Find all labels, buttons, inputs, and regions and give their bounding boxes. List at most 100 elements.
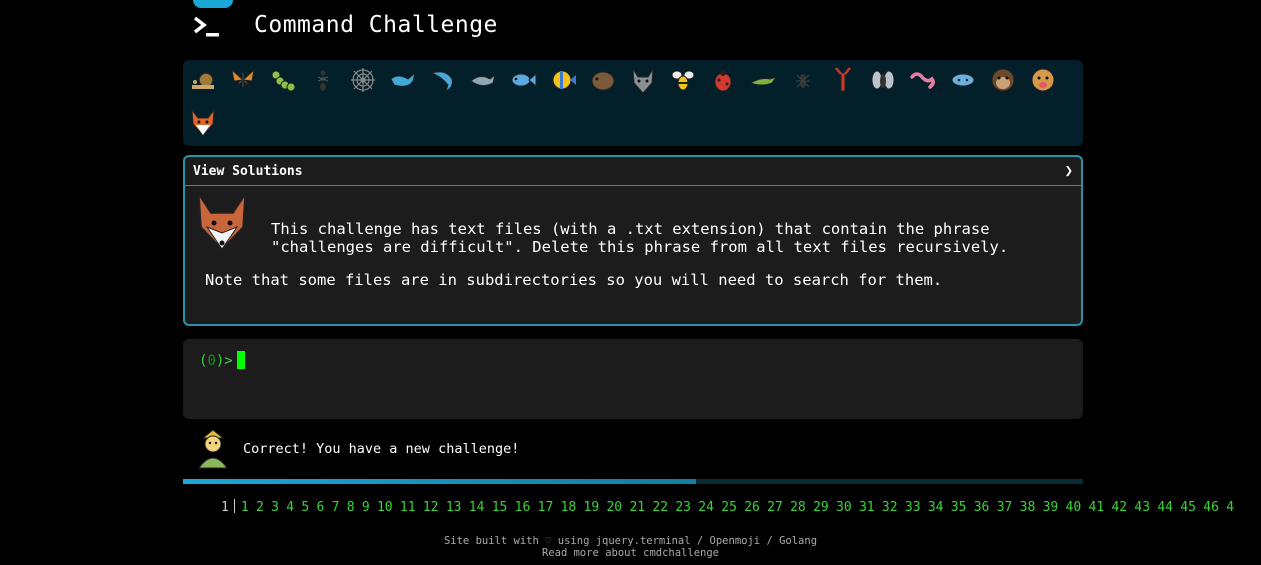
level-link[interactable]: 43 xyxy=(1134,500,1150,515)
level-link[interactable]: 2 xyxy=(256,500,264,515)
terminal[interactable]: (0)> xyxy=(183,339,1083,419)
about-cmdchallenge-link[interactable]: Read more about cmdchallenge xyxy=(542,547,719,559)
microbe-icon[interactable] xyxy=(946,63,980,97)
level-link[interactable]: 6 xyxy=(316,500,324,515)
level-link[interactable]: 23 xyxy=(675,500,691,515)
spider-icon[interactable] xyxy=(786,63,820,97)
jquery-terminal-link[interactable]: jquery.terminal xyxy=(596,535,691,547)
level-link[interactable]: 12 xyxy=(423,500,439,515)
fox-icon[interactable] xyxy=(186,105,220,139)
level-link[interactable]: 33 xyxy=(905,500,921,515)
fish-icon[interactable] xyxy=(506,63,540,97)
level-link[interactable]: 37 xyxy=(997,500,1013,515)
level-link[interactable]: 4 xyxy=(1226,500,1234,515)
footer-separator: / xyxy=(766,535,773,547)
level-link[interactable]: 21 xyxy=(629,500,645,515)
level-link[interactable]: 4 xyxy=(286,500,294,515)
level-link[interactable]: 18 xyxy=(561,500,577,515)
level-list: 1 2 3 4 5 6 7 8 9 10 11 12 13 14 15 16 17 18 19 20 21 22 23 24 2… xyxy=(241,500,1242,515)
lobster-icon[interactable] xyxy=(826,63,860,97)
caterpillar-icon[interactable] xyxy=(266,63,300,97)
level-link[interactable]: 39 xyxy=(1043,500,1059,515)
level-link[interactable]: 30 xyxy=(836,500,852,515)
level-link[interactable]: 11 xyxy=(400,500,416,515)
level-link[interactable]: 32 xyxy=(882,500,898,515)
level-link[interactable]: 45 xyxy=(1180,500,1196,515)
dolphin-swimming-icon[interactable] xyxy=(426,63,460,97)
description-line-1: This challenge has text files (with a .t… xyxy=(271,220,990,238)
monkey-icon[interactable] xyxy=(986,63,1020,97)
level-link[interactable]: 13 xyxy=(446,500,462,515)
terminal-prompt[interactable]: (0)> xyxy=(199,351,245,369)
level-link[interactable]: 22 xyxy=(652,500,668,515)
footer-line-2: Read more about cmdchallenge xyxy=(0,547,1261,559)
ant-icon[interactable] xyxy=(306,63,340,97)
challenge-note: Note that some files are in subdirectori… xyxy=(205,271,943,289)
level-link[interactable]: 1 xyxy=(241,500,249,515)
terminal-cursor xyxy=(236,351,245,369)
fly-icon[interactable] xyxy=(866,63,900,97)
view-solutions-toggle[interactable]: View Solutions ❯ xyxy=(185,157,1081,186)
level-link[interactable]: 9 xyxy=(362,500,370,515)
footer-using: using xyxy=(557,535,590,547)
level-separator xyxy=(233,499,235,513)
description-line-2: "challenges are difficult". Delete this … xyxy=(271,238,1009,256)
level-link[interactable]: 41 xyxy=(1089,500,1105,515)
footer-line-1: Site built with ♡ using jquery.terminal … xyxy=(0,535,1261,547)
page-title: Command Challenge xyxy=(254,12,498,38)
level-link[interactable]: 20 xyxy=(606,500,622,515)
view-solutions-label: View Solutions xyxy=(193,163,303,179)
snail-icon[interactable] xyxy=(187,63,221,97)
level-link[interactable]: 25 xyxy=(721,500,737,515)
level-link[interactable]: 16 xyxy=(515,500,531,515)
level-link[interactable]: 26 xyxy=(744,500,760,515)
status-message: Correct! You have a new challenge! xyxy=(243,441,520,457)
tropical-fish-icon[interactable] xyxy=(546,63,580,97)
lizard-icon[interactable] xyxy=(746,63,780,97)
level-link[interactable]: 3 xyxy=(271,500,279,515)
golang-link[interactable]: Golang xyxy=(779,535,817,547)
current-level: 1 xyxy=(221,500,229,515)
level-link[interactable]: 10 xyxy=(377,500,393,515)
openmoji-link[interactable]: Openmoji xyxy=(710,535,761,547)
level-link[interactable]: 15 xyxy=(492,500,508,515)
ladybug-icon[interactable] xyxy=(706,63,740,97)
butterfly-icon[interactable] xyxy=(226,63,260,97)
terminal-prompt-icon[interactable] xyxy=(192,14,222,40)
level-link[interactable]: 7 xyxy=(332,500,340,515)
level-link[interactable]: 5 xyxy=(301,500,309,515)
progress-fill xyxy=(183,479,696,484)
level-link[interactable]: 31 xyxy=(859,500,875,515)
level-link[interactable]: 17 xyxy=(538,500,554,515)
spider-web-icon[interactable] xyxy=(346,63,380,97)
prompt-count: 0 xyxy=(207,353,216,369)
challenge-description: This challenge has text files (with a .t… xyxy=(271,220,1071,256)
hedgehog-icon[interactable] xyxy=(586,63,620,97)
dog-icon[interactable] xyxy=(1026,63,1060,97)
level-link[interactable]: 40 xyxy=(1066,500,1082,515)
level-link[interactable]: 29 xyxy=(813,500,829,515)
level-link[interactable]: 44 xyxy=(1157,500,1173,515)
level-link[interactable]: 28 xyxy=(790,500,806,515)
level-link[interactable]: 14 xyxy=(469,500,485,515)
dolphin-icon[interactable] xyxy=(466,63,500,97)
elf-icon xyxy=(198,429,228,469)
level-link[interactable]: 35 xyxy=(951,500,967,515)
footer-prefix: Site built with xyxy=(443,535,539,547)
level-link[interactable]: 36 xyxy=(974,500,990,515)
level-link[interactable]: 34 xyxy=(928,500,944,515)
worm-icon[interactable] xyxy=(906,63,940,97)
chevron-right-icon: ❯ xyxy=(1064,163,1073,179)
whale-icon[interactable] xyxy=(386,63,420,97)
level-link[interactable]: 27 xyxy=(767,500,783,515)
level-link[interactable]: 38 xyxy=(1020,500,1036,515)
bee-icon[interactable] xyxy=(666,63,700,97)
challenge-panel: View Solutions ❯ This challenge has text… xyxy=(183,155,1083,326)
progress-bar xyxy=(183,479,1083,484)
wolf-icon[interactable] xyxy=(626,63,660,97)
level-link[interactable]: 19 xyxy=(584,500,600,515)
level-link[interactable]: 8 xyxy=(347,500,355,515)
level-link[interactable]: 46 xyxy=(1203,500,1219,515)
level-link[interactable]: 42 xyxy=(1111,500,1127,515)
level-link[interactable]: 24 xyxy=(698,500,714,515)
